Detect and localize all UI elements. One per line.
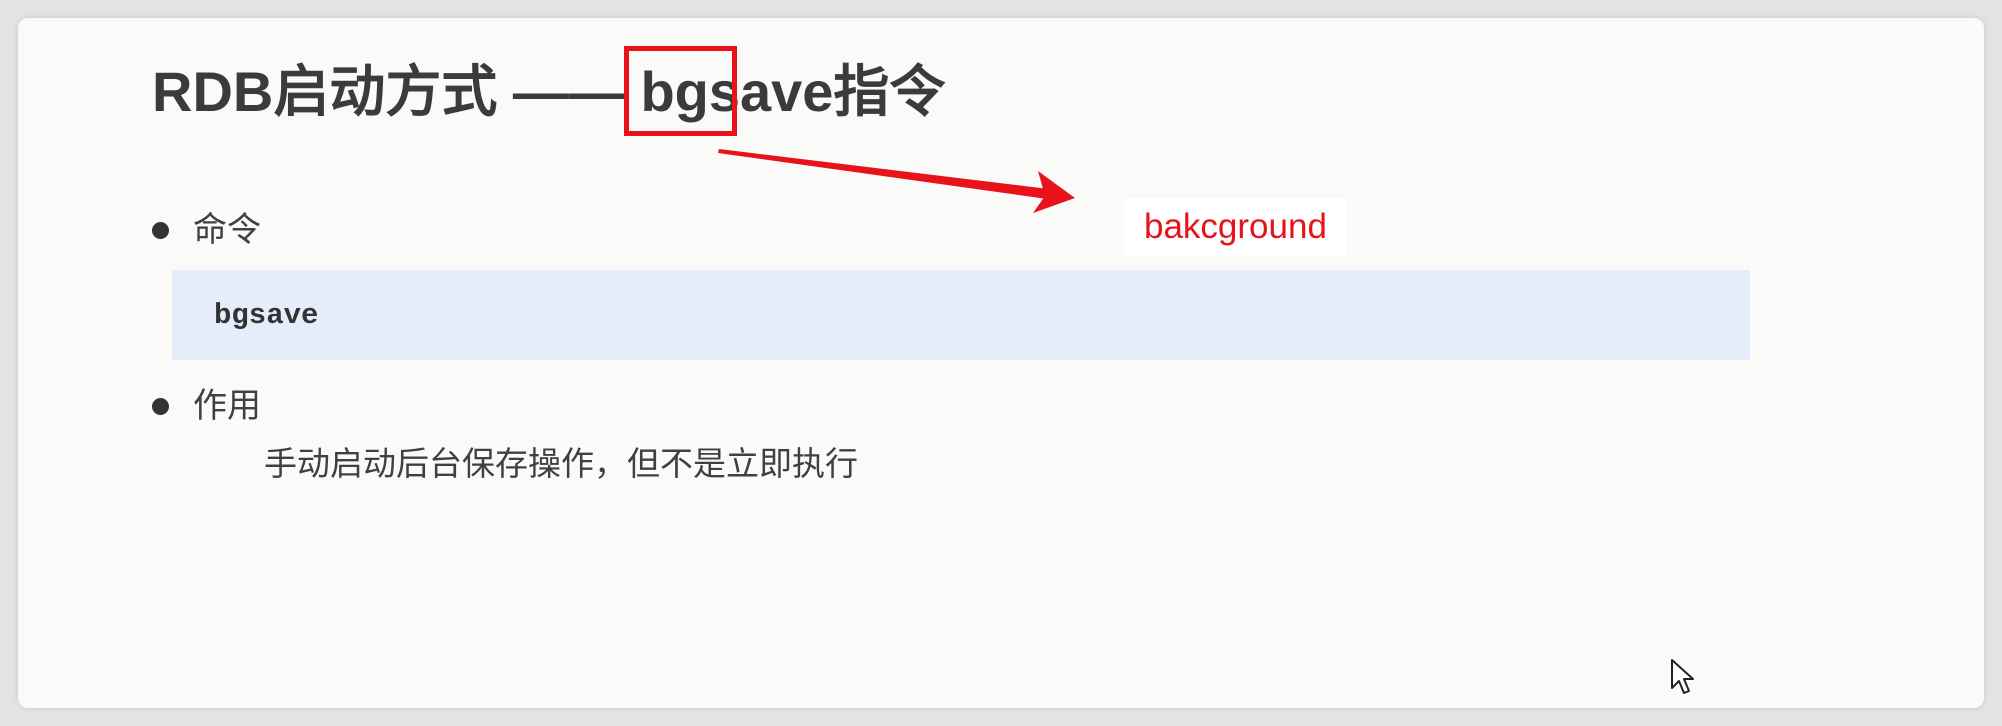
slide-title: RDB启动方式 —— bgsave指令 bbox=[152, 60, 946, 123]
bullet-item-command: 命令 bbox=[152, 207, 261, 253]
bullet-label-effect: 作用 bbox=[193, 387, 261, 425]
bullet-label-command: 命令 bbox=[193, 211, 261, 249]
annotation-highlight-box bbox=[624, 46, 737, 136]
code-text: bgsave bbox=[214, 298, 319, 332]
effect-description: 手动启动后台保存操作，但不是立即执行 bbox=[264, 445, 858, 482]
bullet-icon bbox=[152, 397, 169, 415]
bullet-item-effect: 作用 bbox=[152, 383, 261, 429]
mouse-pointer-icon bbox=[1671, 659, 1694, 694]
code-block: bgsave bbox=[172, 270, 1750, 360]
annotation-label: bakcground bbox=[1124, 198, 1347, 256]
bullet-icon bbox=[152, 221, 169, 239]
